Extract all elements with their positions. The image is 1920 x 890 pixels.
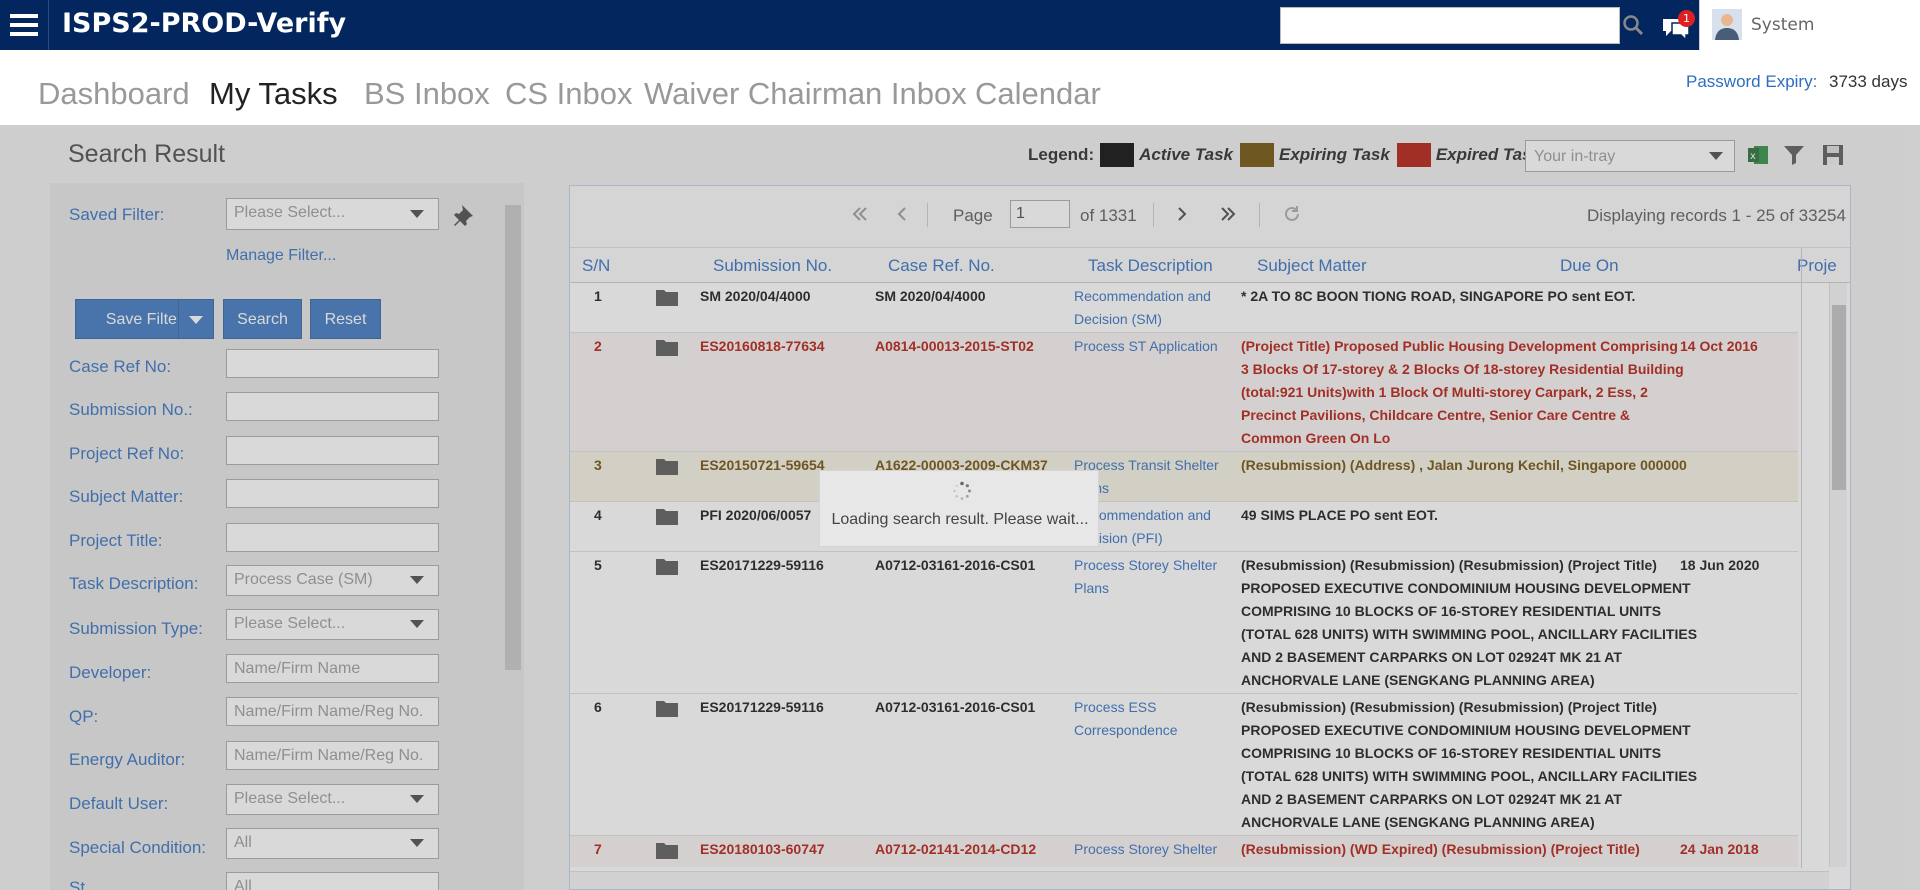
password-expiry-label[interactable]: Password Expiry: (1686, 72, 1817, 92)
avatar (1712, 9, 1742, 40)
tab-calendar[interactable]: Calendar (975, 76, 1101, 112)
tab-dashboard[interactable]: Dashboard (38, 76, 190, 112)
notification-badge: 1 (1678, 10, 1695, 27)
tab-waiver-chairman-inbox[interactable]: Waiver Chairman Inbox (644, 76, 967, 112)
loading-message: Loading search result. Please wait... (831, 511, 1089, 528)
tab-my-tasks[interactable]: My Tasks (209, 76, 338, 112)
tab-cs-inbox[interactable]: CS Inbox (505, 76, 633, 112)
loading-dialog: Loading search result. Please wait... (819, 470, 1099, 547)
top-bar: ISPS2-PROD-Verify 1 System Administrator (0, 0, 1920, 85)
password-expiry-value: 3733 days (1829, 72, 1908, 91)
app-title: ISPS2-PROD-Verify (62, 8, 347, 39)
spinner-icon (953, 481, 971, 500)
hamburger-menu-icon[interactable] (0, 0, 49, 50)
tab-bs-inbox[interactable]: BS Inbox (364, 76, 490, 112)
global-search-input[interactable] (1280, 7, 1620, 44)
search-icon[interactable] (1622, 14, 1644, 36)
user-menu[interactable]: System Administrator (1699, 0, 1920, 85)
